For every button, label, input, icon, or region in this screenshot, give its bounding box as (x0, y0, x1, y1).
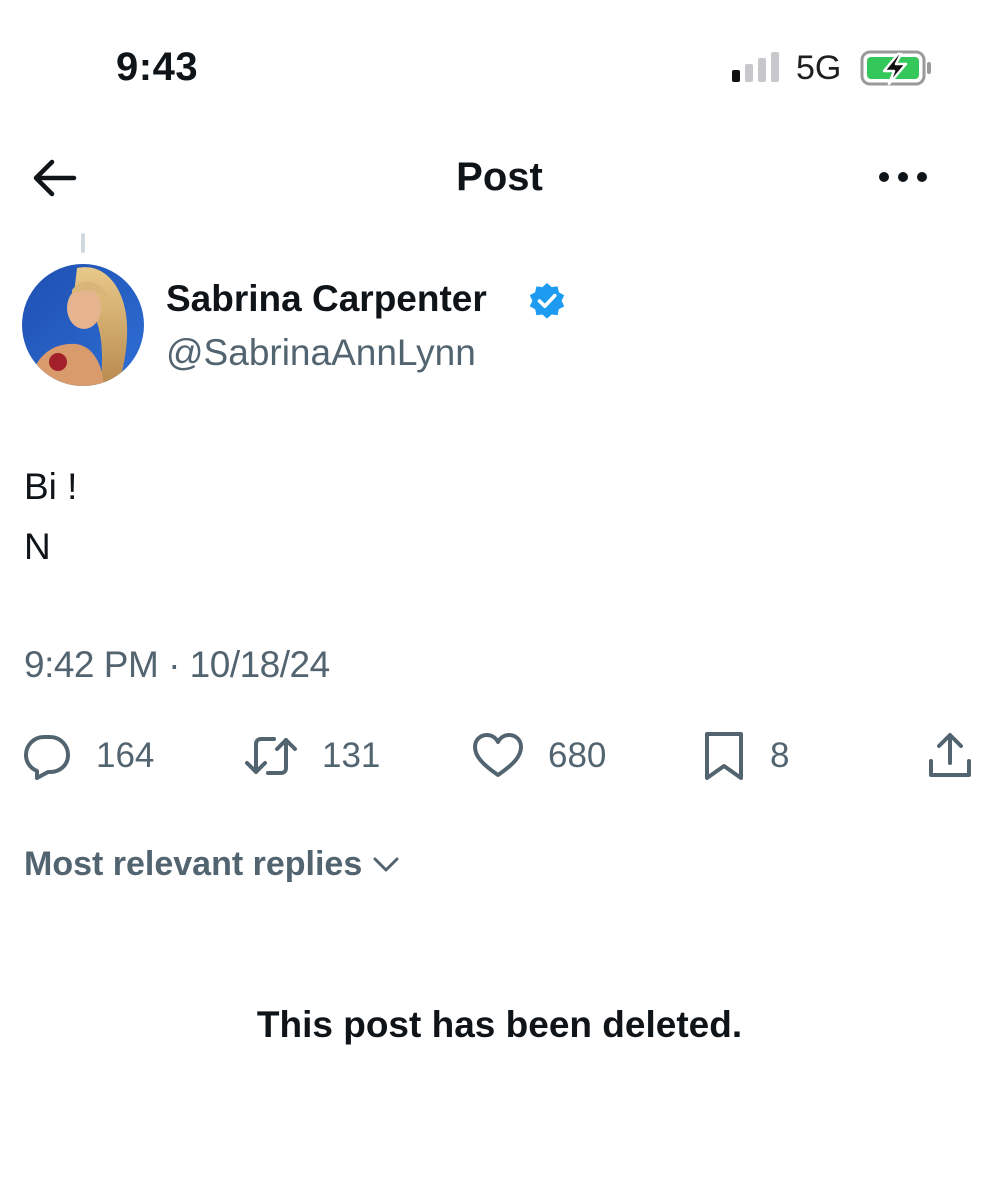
thread-connector-line (81, 233, 85, 253)
like-button[interactable]: 680 (472, 728, 606, 784)
battery-charging-icon (860, 50, 931, 86)
post-timestamp[interactable]: 9:42 PM · 10/18/24 (24, 642, 330, 688)
bookmark-button[interactable]: 8 (702, 728, 789, 784)
more-options-icon (879, 172, 927, 182)
status-bar-time: 9:43 (116, 45, 199, 89)
share-icon (929, 733, 971, 777)
bookmark-icon (705, 732, 743, 780)
repost-icon (245, 737, 297, 775)
like-icon (473, 733, 523, 777)
chevron-down-icon (373, 857, 399, 872)
repost-count: 131 (322, 736, 381, 775)
bookmark-count: 8 (770, 736, 790, 775)
reply-icon (24, 735, 70, 780)
avatar[interactable] (22, 264, 144, 386)
share-button[interactable] (926, 728, 974, 784)
like-count: 680 (548, 736, 607, 775)
more-options-button[interactable] (876, 162, 930, 192)
signal-icon (732, 52, 779, 82)
network-label: 5G (796, 49, 842, 87)
reply-button[interactable]: 164 (22, 728, 154, 784)
author-handle[interactable]: @SabrinaAnnLynn (166, 330, 476, 376)
avatar-image (22, 264, 144, 386)
deleted-post-notice: This post has been deleted. (256, 1004, 743, 1045)
verified-badge-icon (529, 283, 565, 319)
post-text-line: N (24, 526, 51, 567)
reply-count: 164 (96, 736, 155, 775)
author-display-name[interactable]: Sabrina Carpenter (166, 276, 487, 322)
post-text-line: Bi ! (24, 466, 78, 507)
repost-button[interactable]: 131 (244, 728, 380, 784)
page-title: Post (456, 155, 543, 199)
replies-sort-label: Most relevant replies (24, 845, 363, 883)
replies-sort-dropdown[interactable]: Most relevant replies (24, 842, 400, 886)
